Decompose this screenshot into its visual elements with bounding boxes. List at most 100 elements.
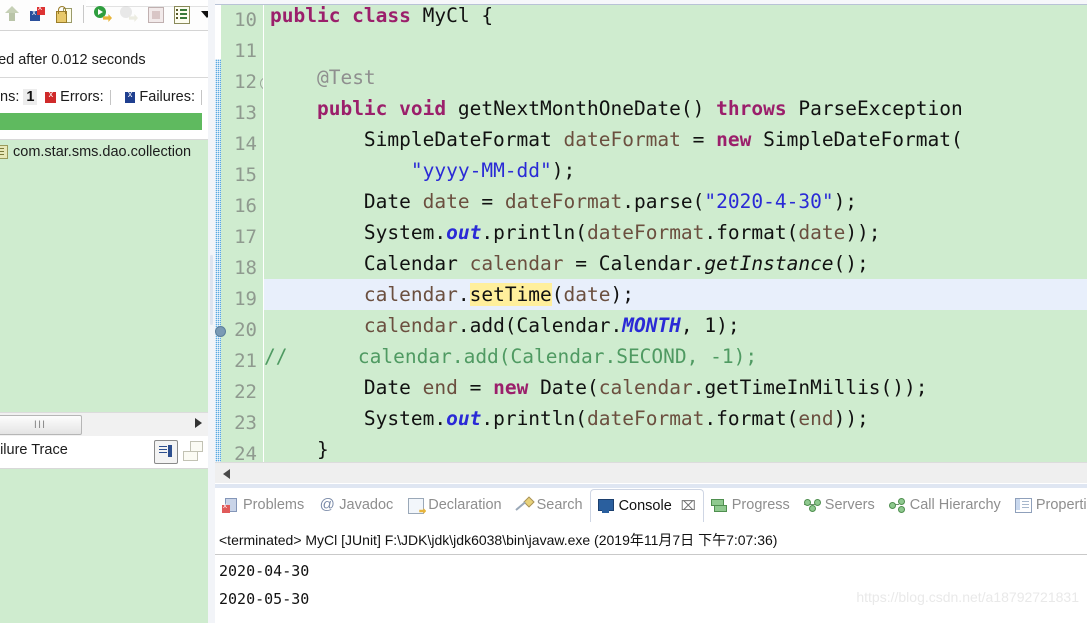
failures-label: Failures:: [139, 89, 196, 105]
test-class-icon: [0, 145, 8, 159]
editor-code-pane[interactable]: public class MyCl { @Test public void ge…: [263, 5, 1087, 462]
junit-counters: ns: 1 Errors: Failures:: [0, 86, 208, 108]
line-number: 12: [234, 71, 257, 93]
code-line: "yyyy-MM-dd");: [410, 159, 576, 182]
view-menu-caret-icon[interactable]: [197, 4, 208, 24]
line-number: 10: [234, 9, 257, 31]
search-icon: [514, 496, 535, 513]
code-line: public class MyCl {: [270, 5, 494, 27]
toolbar-separator: [83, 5, 84, 23]
line-number: 16: [234, 195, 257, 217]
code-line: calendar.add(Calendar.MONTH, 1);: [363, 314, 740, 337]
tab-servers[interactable]: Servers: [797, 488, 882, 522]
line-number: 15: [234, 164, 257, 186]
properties-icon: [1014, 497, 1032, 513]
tab-label: Javadoc: [339, 497, 394, 513]
maximize-icon[interactable]: [183, 441, 203, 461]
line-number: 17: [234, 226, 257, 248]
tab-label: Declaration: [428, 497, 502, 513]
javadoc-icon: @: [319, 496, 335, 513]
tab-label: Progress: [731, 497, 790, 513]
line-number: 20: [234, 319, 257, 341]
rerun-failed-tests-icon[interactable]: [119, 4, 139, 24]
scrollbar-left-arrow[interactable]: [223, 469, 230, 479]
tab-label: Search: [536, 497, 583, 513]
counter-separator: [109, 89, 111, 105]
line-number: 13: [234, 102, 257, 124]
tab-label: Servers: [824, 497, 875, 513]
console-process-header: <terminated> MyCl [JUnit] F:\JDK\jdk\jdk…: [219, 532, 778, 548]
console-output-area[interactable]: <terminated> MyCl [JUnit] F:\JDK\jdk\jdk…: [215, 522, 1087, 623]
scrollbar-thumb[interactable]: III: [0, 415, 82, 435]
next-failure-up-icon[interactable]: [2, 4, 22, 24]
tab-label: Properti: [1035, 497, 1087, 513]
code-line: System.out.println(dateFormat.format(dat…: [270, 221, 881, 244]
line-number: 21: [234, 350, 257, 372]
progress-icon: [710, 497, 727, 513]
tab-call-hierarchy[interactable]: Call Hierarchy: [882, 488, 1008, 522]
junit-run-status-text: hed after 0.012 seconds: [0, 52, 146, 68]
tab-console[interactable]: Console ⌧: [589, 488, 704, 522]
runs-label: ns:: [0, 89, 20, 105]
console-header-rule: [215, 554, 1087, 555]
tab-search[interactable]: Search: [509, 488, 590, 522]
line-number: 11: [234, 40, 257, 62]
code-line: Calendar calendar = Calendar.getInstance…: [270, 252, 869, 275]
console-icon: [597, 498, 614, 514]
counter-separator-2: [201, 89, 202, 105]
tab-label: Call Hierarchy: [909, 497, 1001, 513]
editor-gutter[interactable]: 10 11 12 13 14 15 16 17 18 19 20 21 22 2…: [215, 5, 273, 462]
test-run-history-icon[interactable]: [171, 4, 191, 24]
junit-run-status: hed after 0.012 seconds: [0, 52, 208, 74]
editor-hscrollbar[interactable]: [215, 462, 1087, 483]
failure-trace-title: ailure Trace: [0, 442, 68, 458]
eclipse-ide-window: hed after 0.012 seconds ns: 1 Errors: Fa…: [0, 0, 1087, 623]
code-line: @Test: [316, 66, 376, 89]
code-line: Date end = new Date(calendar.getTimeInMi…: [270, 376, 928, 399]
junit-tree-hscrollbar[interactable]: III: [0, 412, 208, 437]
stop-icon[interactable]: [145, 4, 165, 24]
view-tab-bar[interactable]: Problems @ Javadoc Declaration Search Co…: [215, 488, 1087, 523]
failure-trace-body: [0, 469, 208, 623]
java-editor: 10 11 12 13 14 15 16 17 18 19 20 21 22 2…: [215, 0, 1087, 484]
code-line: Date date = dateFormat.parse("2020-4-30"…: [270, 190, 858, 213]
tab-progress[interactable]: Progress: [704, 488, 797, 522]
runs-value: 1: [23, 89, 38, 105]
tab-declaration[interactable]: Declaration: [400, 488, 508, 522]
lock-scroll-icon[interactable]: [54, 4, 74, 24]
breakpoint-icon[interactable]: [215, 326, 226, 337]
previous-failure-icon[interactable]: [28, 3, 48, 24]
junit-divider-2: [0, 77, 208, 78]
line-number: 22: [234, 381, 257, 403]
console-line: 2020-04-30: [219, 562, 310, 580]
junit-view: hed after 0.012 seconds ns: 1 Errors: Fa…: [0, 0, 208, 623]
filter-stack-trace-icon[interactable]: [154, 440, 178, 464]
scrollbar-right-arrow[interactable]: [195, 418, 202, 428]
tab-properties[interactable]: Properti: [1008, 488, 1087, 522]
console-line: 2020-05-30: [219, 590, 310, 608]
list-item[interactable]: com.star.sms.dao.collection: [0, 140, 208, 164]
servers-icon: [803, 497, 821, 513]
code-line: SimpleDateFormat dateFormat = new Simple…: [270, 128, 963, 151]
list-item-label: com.star.sms.dao.collection: [13, 144, 192, 160]
line-number: 24: [234, 443, 257, 462]
line-number: 19: [234, 288, 257, 310]
errors-label: Errors:: [60, 89, 104, 105]
line-number: 18: [234, 257, 257, 279]
junit-test-tree[interactable]: com.star.sms.dao.collection: [0, 140, 208, 412]
tab-problems[interactable]: Problems: [215, 488, 311, 522]
editor-text-area[interactable]: 10 11 12 13 14 15 16 17 18 19 20 21 22 2…: [215, 5, 1087, 462]
tab-label: Problems: [243, 497, 305, 513]
close-icon[interactable]: ⌧: [681, 498, 696, 514]
tab-label: Console: [618, 498, 672, 514]
tab-javadoc[interactable]: @ Javadoc: [311, 488, 400, 522]
junit-progress-bar-wrap: [0, 113, 202, 130]
code-line: public void getNextMonthOneDate() throws…: [316, 97, 963, 120]
sash-divider[interactable]: [208, 0, 215, 623]
code-line: }: [270, 438, 329, 461]
line-number: 14: [234, 133, 257, 155]
rerun-test-icon[interactable]: [93, 4, 113, 24]
line-number: 23: [234, 412, 257, 434]
code-line: System.out.println(dateFormat.format(end…: [270, 407, 869, 430]
